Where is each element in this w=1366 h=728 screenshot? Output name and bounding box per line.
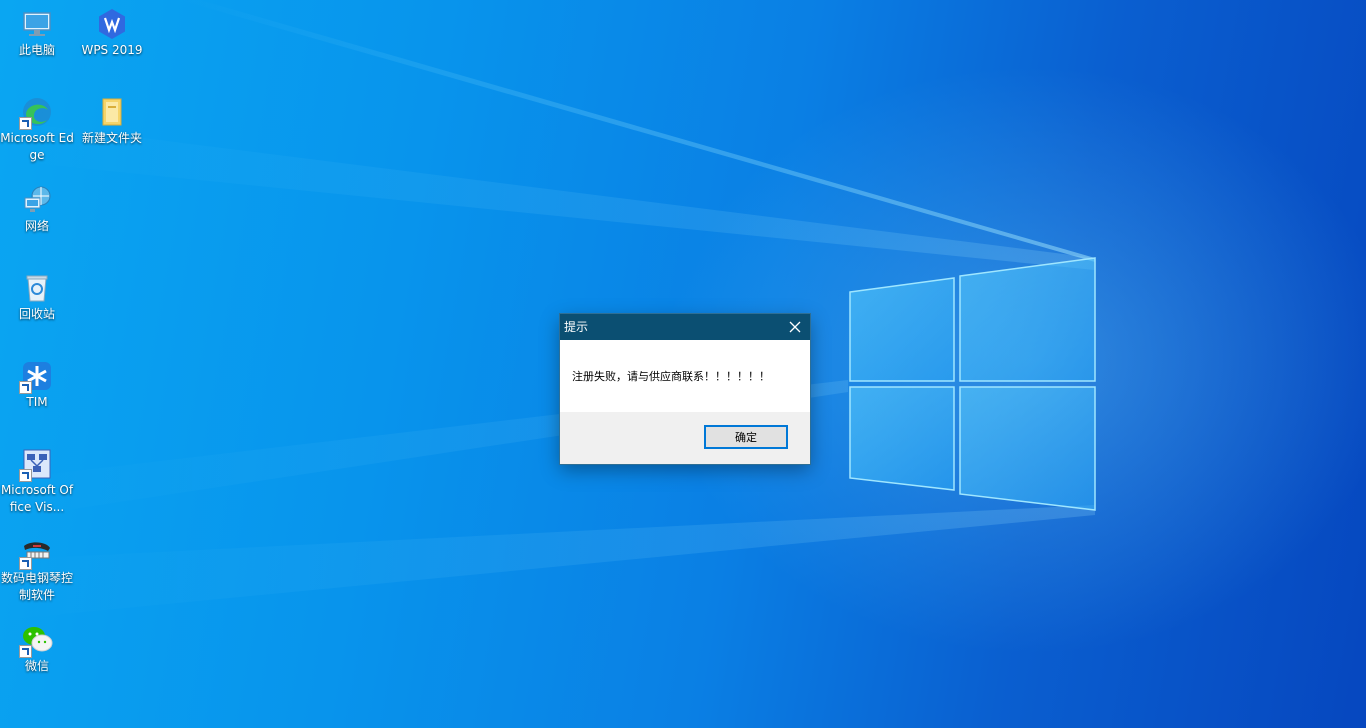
desktop-icon-this-pc[interactable]: 此电脑 [0, 8, 74, 59]
desktop-icon-label: Microsoft Office Vis... [0, 483, 74, 514]
message-dialog: 提示 注册失败，请与供应商联系！！！！！！ 确定 [560, 314, 810, 464]
desktop-icon-new-folder[interactable]: 新建文件夹 [75, 96, 149, 147]
logo-pane [959, 386, 1096, 511]
dialog-close-button[interactable] [780, 314, 810, 340]
desktop-icon-piano-software[interactable]: 数码电钢琴控制软件 [0, 536, 74, 604]
desktop-icon-label: TIM [26, 395, 48, 409]
desktop-icon-network[interactable]: 网络 [0, 184, 74, 235]
desktop-icon-wps[interactable]: WPS 2019 [75, 8, 149, 59]
desktop: 此电脑 WPS 2019 Microsoft Edge 新建文件夹 网络 回收站… [0, 0, 1366, 728]
shortcut-arrow-icon [19, 469, 32, 482]
desktop-icon-edge[interactable]: Microsoft Edge [0, 96, 74, 164]
this-pc-icon [21, 8, 53, 40]
desktop-icon-label: 网络 [24, 219, 49, 233]
folder-icon [96, 96, 128, 128]
dialog-title: 提示 [564, 320, 589, 334]
desktop-icon-tim[interactable]: TIM [0, 360, 74, 411]
logo-pane [849, 386, 955, 491]
logo-pane [849, 277, 955, 382]
logo-pane [959, 257, 1096, 382]
close-icon [789, 321, 801, 333]
desktop-icon-visio[interactable]: Microsoft Office Vis... [0, 448, 74, 516]
dialog-footer: 确定 [560, 412, 810, 464]
tim-icon [19, 360, 53, 394]
shortcut-arrow-icon [19, 645, 32, 658]
desktop-icon-wechat[interactable]: 微信 [0, 624, 74, 675]
dialog-message: 注册失败，请与供应商联系！！！！！！ [572, 370, 770, 383]
shortcut-arrow-icon [19, 557, 32, 570]
piano-software-icon [19, 536, 53, 570]
recycle-bin-icon [21, 272, 53, 304]
wechat-icon [19, 624, 53, 658]
edge-icon [19, 96, 53, 130]
desktop-icon-recycle-bin[interactable]: 回收站 [0, 272, 74, 323]
desktop-icon-label: 回收站 [18, 307, 55, 321]
desktop-icon-label: 新建文件夹 [81, 131, 142, 145]
network-icon [21, 184, 53, 216]
ok-button[interactable]: 确定 [704, 425, 788, 449]
desktop-icon-label: 微信 [24, 659, 49, 673]
desktop-icon-label: 数码电钢琴控制软件 [0, 571, 73, 602]
dialog-body: 注册失败，请与供应商联系！！！！！！ [560, 340, 810, 412]
shortcut-arrow-icon [19, 381, 32, 394]
wps-icon [96, 8, 128, 40]
desktop-icon-label: Microsoft Edge [0, 131, 74, 162]
dialog-titlebar[interactable]: 提示 [560, 314, 810, 340]
desktop-icon-label: WPS 2019 [81, 43, 143, 57]
shortcut-arrow-icon [19, 117, 32, 130]
desktop-icon-label: 此电脑 [18, 43, 55, 57]
visio-icon [19, 448, 53, 482]
